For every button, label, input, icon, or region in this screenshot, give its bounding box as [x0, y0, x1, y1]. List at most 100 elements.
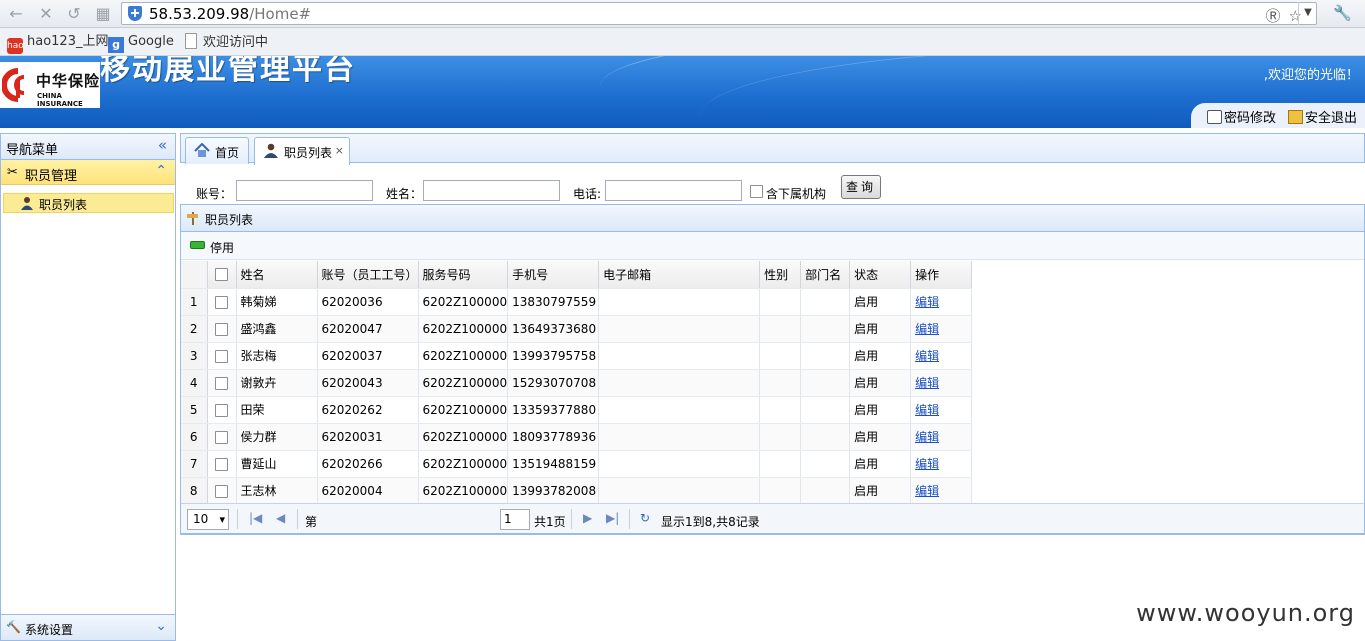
nav-item-label: 职员列表 — [39, 198, 88, 212]
edit-link[interactable]: 编辑 — [915, 484, 939, 498]
cell-service: 6202Z100000 — [418, 369, 509, 397]
cell-status: 启用 — [849, 423, 912, 451]
bookmarks-bar: hao hao123_上网 g Google 欢迎访问中 — [0, 28, 1365, 56]
cell-account: 62020004 — [317, 477, 419, 505]
phone-input[interactable] — [605, 180, 742, 201]
page-number-input[interactable]: 1 — [500, 509, 530, 530]
table-row[interactable]: 4 谢敦卉 62020043 6202Z100000 15293070708 启用 编辑 — [181, 369, 973, 397]
search-form: 账号： 姓名： 电话: 含下属机构 — [180, 177, 1365, 203]
wrench-icon[interactable]: 🔧 — [1333, 4, 1352, 22]
cell-op: 编辑 — [910, 369, 973, 397]
col-mobile[interactable]: 手机号 — [507, 261, 600, 289]
dropdown-icon[interactable]: ▼ — [1298, 2, 1317, 25]
bookmark-welcome[interactable]: 欢迎访问中 — [185, 33, 268, 51]
grid-title: 职员列表 — [205, 213, 254, 227]
edit-link[interactable]: 编辑 — [915, 403, 939, 417]
query-button[interactable]: 查询 — [841, 175, 881, 199]
nav-group-settings[interactable]: 🔨 系统设置 ⌄ — [1, 614, 175, 640]
edit-link[interactable]: 编辑 — [915, 376, 939, 390]
row-checkbox[interactable] — [215, 430, 228, 444]
next-page-icon[interactable]: ▶ — [583, 511, 592, 525]
table-row[interactable]: 8 王志林 62020004 6202Z100000 13993782008 启用 编辑 — [181, 477, 973, 505]
row-checkbox[interactable] — [215, 376, 228, 390]
tab-staff-list[interactable]: 职员列表 × — [254, 137, 350, 165]
cell-dept — [800, 450, 851, 478]
table-row[interactable]: 2 盛鸿鑫 62020047 6202Z100000 13649373680 启用 编辑 — [181, 315, 973, 343]
google-icon: g — [108, 37, 124, 53]
table-row[interactable]: 5 田荣 62020262 6202Z100000 13359377880 启用 编辑 — [181, 396, 973, 424]
chevron-up-icon[interactable]: ⌃ — [155, 163, 167, 179]
logout-link[interactable]: 安全退出 — [1288, 107, 1357, 126]
address-bar[interactable]: 58.53.209.98/Home# Ⓡ☆ — [121, 2, 1317, 25]
account-input[interactable] — [236, 180, 373, 201]
app-header: 中华保险 CHINA INSURANCE 移动展业管理平台 ,欢迎您的光临！ 密… — [0, 56, 1365, 128]
col-op[interactable]: 操作 — [910, 261, 973, 289]
row-select-cell — [207, 477, 237, 505]
select-all-checkbox[interactable] — [215, 268, 228, 282]
chevron-down-icon[interactable]: ⌄ — [155, 618, 167, 634]
disable-button[interactable]: 停用 — [210, 239, 234, 256]
undo-icon[interactable]: ↺ — [64, 4, 84, 24]
cell-op: 编辑 — [910, 450, 973, 478]
account-label: 账号： — [196, 187, 233, 201]
home-icon — [194, 143, 210, 157]
change-password-link[interactable]: 密码修改 — [1207, 107, 1276, 126]
staff-table: 姓名 账号（员工工号） 服务号码 手机号 电子邮箱 性别 部门名 状态 操作 1… — [181, 261, 973, 505]
col-dept[interactable]: 部门名 — [800, 261, 851, 289]
collapse-left-icon[interactable]: « — [158, 136, 167, 154]
page-size-select[interactable]: 10 — [187, 509, 229, 530]
row-checkbox[interactable] — [215, 349, 228, 363]
row-checkbox[interactable] — [215, 322, 228, 336]
cell-dept — [800, 315, 851, 343]
cell-gender — [759, 423, 802, 451]
nav-group-label: 职员管理 — [25, 169, 78, 184]
cell-email — [598, 288, 761, 316]
cell-email — [598, 450, 761, 478]
row-checkbox[interactable] — [215, 484, 228, 498]
row-checkbox[interactable] — [215, 403, 228, 417]
include-sub-checkbox[interactable] — [750, 185, 763, 198]
tools-icon: 🔨 — [6, 620, 21, 634]
nav-group-staff[interactable]: ✂ 职员管理 ⌃ — [1, 160, 175, 185]
prev-page-icon[interactable]: ◀ — [276, 511, 285, 525]
signpost-icon — [187, 212, 198, 225]
table-row[interactable]: 7 曹延山 62020266 6202Z100000 13519488159 启用 编辑 — [181, 450, 973, 478]
bookmark-google[interactable]: g Google — [108, 33, 174, 53]
name-input[interactable] — [423, 180, 560, 201]
stop-icon[interactable]: ✕ — [36, 4, 56, 24]
edit-link[interactable]: 编辑 — [915, 349, 939, 363]
cell-mobile: 13993782008 — [507, 477, 600, 505]
col-name[interactable]: 姓名 — [236, 261, 318, 289]
col-account[interactable]: 账号（员工工号） — [317, 261, 419, 289]
edit-link[interactable]: 编辑 — [915, 430, 939, 444]
edit-link[interactable]: 编辑 — [915, 295, 939, 309]
cell-dept — [800, 396, 851, 424]
col-email[interactable]: 电子邮箱 — [598, 261, 761, 289]
col-gender[interactable]: 性别 — [759, 261, 802, 289]
table-row[interactable]: 1 韩菊娣 62020036 6202Z100000 13830797559 启用 编辑 — [181, 288, 973, 316]
bookmark-hao123[interactable]: hao hao123_上网 — [7, 33, 108, 54]
back-icon[interactable]: ← — [6, 4, 26, 24]
row-checkbox[interactable] — [215, 457, 228, 471]
table-row[interactable]: 6 侯力群 62020031 6202Z100000 18093778936 启用 编辑 — [181, 423, 973, 451]
page-total: 共1页 — [534, 515, 566, 529]
row-checkbox[interactable] — [215, 295, 228, 309]
first-page-icon[interactable]: |◀ — [249, 511, 262, 525]
nav-item-staff-list[interactable]: 职员列表 — [3, 193, 174, 213]
last-page-icon[interactable]: ▶| — [606, 511, 619, 525]
col-status[interactable]: 状态 — [849, 261, 912, 289]
cell-mobile: 18093778936 — [507, 423, 600, 451]
cell-op: 编辑 — [910, 342, 973, 370]
grid-icon[interactable]: ▦ — [93, 4, 113, 24]
refresh-icon[interactable]: ↻ — [640, 511, 650, 525]
tab-home[interactable]: 首页 — [185, 137, 249, 164]
edit-link[interactable]: 编辑 — [915, 457, 939, 471]
table-row[interactable]: 3 张志梅 62020037 6202Z100000 13993795758 启用 编辑 — [181, 342, 973, 370]
col-service[interactable]: 服务号码 — [418, 261, 509, 289]
edit-link[interactable]: 编辑 — [915, 322, 939, 336]
cell-dept — [800, 288, 851, 316]
cell-mobile: 13993795758 — [507, 342, 600, 370]
cell-op: 编辑 — [910, 315, 973, 343]
close-tab-icon[interactable]: × — [335, 144, 344, 157]
cell-name: 田荣 — [236, 396, 318, 424]
